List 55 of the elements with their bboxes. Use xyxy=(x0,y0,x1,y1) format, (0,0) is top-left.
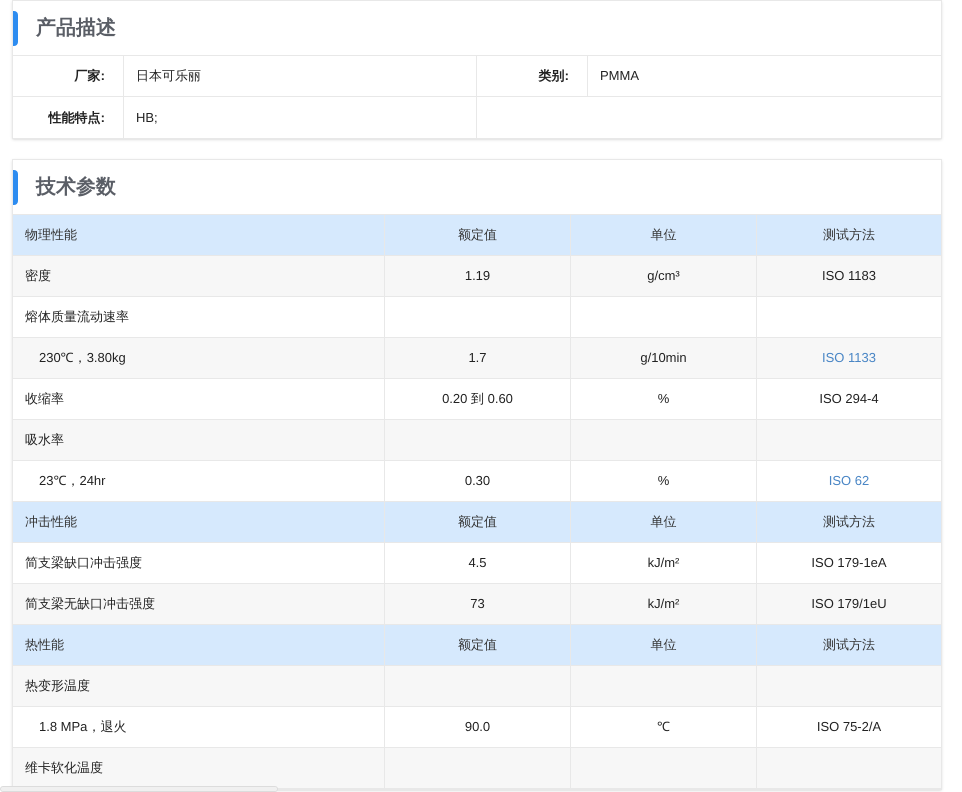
column-header: 测试方法 xyxy=(823,513,875,532)
accent-bar xyxy=(13,10,18,46)
table-cell-text: g/10min xyxy=(640,349,687,368)
table-cell-text: ISO 179-1eA xyxy=(811,554,887,572)
table-cell-text: kJ/m² xyxy=(648,554,680,572)
accent-bar xyxy=(13,170,18,204)
table-cell-text: g/cm³ xyxy=(647,267,680,286)
field-value: HB; xyxy=(124,97,477,138)
table-cell-text: 0.30 xyxy=(464,472,490,490)
column-header: 额定值 xyxy=(458,226,497,244)
field-value: PMMA xyxy=(588,56,941,97)
property-name: 1.8 MPa，退火 xyxy=(39,718,126,736)
column-header: 额定值 xyxy=(458,513,497,532)
column-header: 热性能 xyxy=(25,636,64,654)
column-header: 测试方法 xyxy=(823,226,875,244)
field-label: 类别: xyxy=(477,56,588,97)
table-cell-text: 4.5 xyxy=(468,554,487,572)
column-header: 冲击性能 xyxy=(25,513,77,532)
column-header: 单位 xyxy=(650,226,676,244)
property-name: 密度 xyxy=(25,267,51,286)
test-method-link[interactable]: ISO 62 xyxy=(828,471,870,491)
table-cell-text: 1.7 xyxy=(468,349,487,368)
table-cell-text: ℃ xyxy=(657,718,670,736)
column-header: 额定值 xyxy=(458,636,497,654)
table-cell-text: 73 xyxy=(470,595,485,614)
table-cell-text: ISO 294-4 xyxy=(819,390,879,408)
property-name: 熔体质量流动速率 xyxy=(25,308,129,326)
table-cell-text: % xyxy=(658,472,670,490)
scrollbar[interactable] xyxy=(0,786,278,792)
table-cell-text: ISO 1183 xyxy=(822,267,876,286)
property-name: 维卡软化温度 xyxy=(25,759,103,778)
column-header: 测试方法 xyxy=(823,636,875,654)
table-cell-text: % xyxy=(658,390,670,408)
column-header: 单位 xyxy=(650,513,676,532)
field-label: 厂家: xyxy=(13,56,124,97)
table-cell-text: ISO 179/1eU xyxy=(811,595,887,614)
section-title: 技术参数 xyxy=(36,175,116,200)
field-label: 性能特点: xyxy=(13,97,124,138)
property-name: 230℃，3.80kg xyxy=(39,349,126,368)
column-header: 单位 xyxy=(650,636,676,654)
property-name: 吸水率 xyxy=(25,431,64,450)
table-cell-text: 90.0 xyxy=(464,718,490,736)
column-header: 物理性能 xyxy=(25,226,77,244)
field-value: 日本可乐丽 xyxy=(124,56,477,97)
property-name: 热变形温度 xyxy=(25,677,90,696)
table-cell-text: 1.19 xyxy=(464,267,490,286)
table-cell-text: ISO 75-2/A xyxy=(816,718,882,736)
table-cell-text: kJ/m² xyxy=(648,595,680,614)
property-name: 23℃，24hr xyxy=(39,472,106,490)
property-name: 收缩率 xyxy=(25,390,64,408)
table-cell-text: 0.20 到 0.60 xyxy=(442,390,513,408)
section-title: 产品描述 xyxy=(36,16,116,41)
property-name: 简支梁缺口冲击强度 xyxy=(25,554,142,572)
test-method-link[interactable]: ISO 1133 xyxy=(822,348,876,368)
property-name: 简支梁无缺口冲击强度 xyxy=(25,595,155,614)
